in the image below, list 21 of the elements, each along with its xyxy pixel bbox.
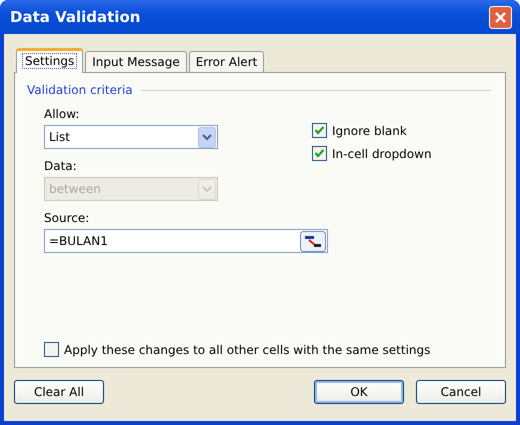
checkbox[interactable] bbox=[312, 123, 327, 138]
allow-dropdown[interactable]: List bbox=[44, 125, 218, 149]
field-label: Source: bbox=[44, 211, 90, 225]
dialog-button[interactable]: Cancel bbox=[416, 380, 506, 404]
dialog-button[interactable]: OK bbox=[314, 380, 404, 404]
field-label: Data: bbox=[44, 159, 78, 173]
checkbox[interactable] bbox=[312, 146, 327, 161]
field-label: Allow: bbox=[44, 107, 80, 121]
tab[interactable]: Error Alert bbox=[188, 51, 264, 72]
checkbox[interactable] bbox=[44, 342, 59, 357]
checkbox-label: Ignore blank bbox=[332, 124, 407, 138]
checkbox-label: Apply these changes to all other cells with the same settings bbox=[64, 342, 430, 356]
source-field[interactable]: =BULAN1 bbox=[44, 229, 328, 253]
checkbox-label: In-cell dropdown bbox=[332, 146, 432, 160]
close-icon[interactable] bbox=[489, 6, 512, 28]
group-title: Validation criteria bbox=[27, 83, 133, 97]
tab[interactable]: Settings bbox=[16, 48, 84, 73]
dialog-button[interactable]: Clear All bbox=[14, 380, 104, 404]
window-title: Data Validation bbox=[10, 8, 140, 26]
range-select-icon[interactable] bbox=[300, 230, 326, 252]
tab[interactable]: Input Message bbox=[85, 51, 187, 72]
